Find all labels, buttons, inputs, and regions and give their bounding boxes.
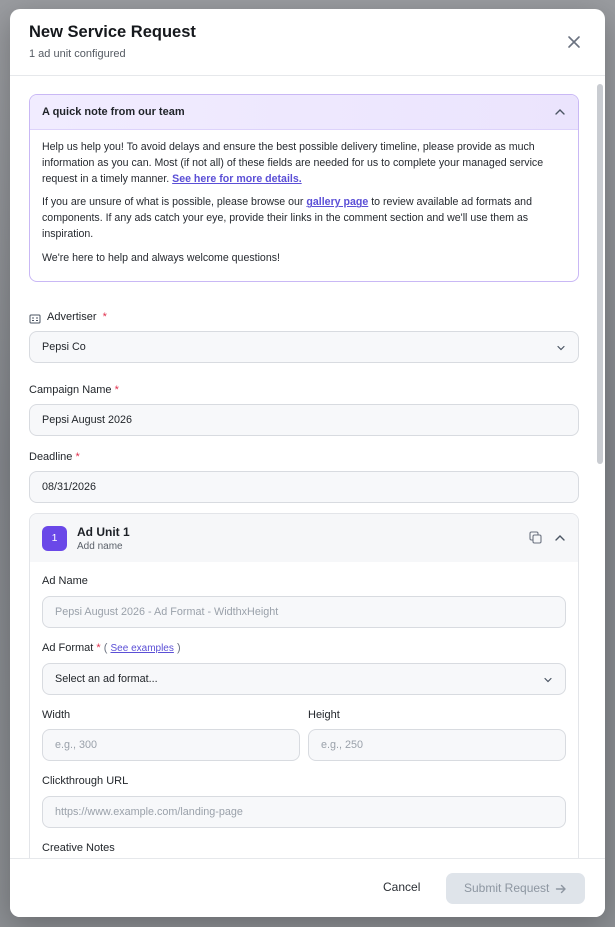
note-paragraph-3: We're here to help and always welcome qu… (42, 251, 280, 264)
ad-format-label: Ad Format * ( See examples ) (42, 642, 181, 654)
chevron-down-icon (557, 345, 565, 351)
required-mark: * (102, 311, 107, 323)
required-mark: * (114, 384, 119, 396)
deadline-input[interactable]: 08/31/2026 (29, 471, 579, 503)
more-details-link[interactable]: See here for more details. (172, 173, 302, 185)
modal-body[interactable]: A quick note from our team Help us help … (10, 76, 605, 858)
modal-subtitle: 1 ad unit configured (29, 48, 126, 60)
chevron-down-icon (544, 677, 552, 683)
advertiser-select[interactable]: Pepsi Co (29, 331, 579, 363)
height-label: Height (308, 709, 340, 721)
close-button[interactable] (565, 33, 583, 51)
team-note-title: A quick note from our team (42, 106, 185, 118)
creative-notes-label: Creative Notes (42, 842, 115, 854)
duplicate-icon[interactable] (529, 531, 542, 544)
gallery-page-link[interactable]: gallery page (306, 196, 368, 208)
deadline-value: 08/31/2026 (42, 481, 97, 493)
service-request-modal: New Service Request 1 ad unit configured… (10, 9, 605, 917)
required-mark: * (96, 642, 101, 654)
team-note-header[interactable]: A quick note from our team (30, 95, 578, 130)
ad-name-label: Ad Name (42, 575, 88, 587)
note-text-2a: If you are unsure of what is possible, p… (42, 196, 304, 209)
deadline-label-text: Deadline (29, 451, 73, 463)
advertiser-label: Advertiser * (47, 311, 107, 323)
advertiser-value: Pepsi Co (42, 341, 86, 353)
submit-request-button[interactable]: Submit Request (446, 873, 585, 904)
ad-unit-card: 1 Ad Unit 1 Add name Ad Name Pepsi Augus… (29, 513, 579, 858)
required-mark: * (75, 451, 80, 463)
chevron-up-icon[interactable] (554, 106, 566, 118)
collapse-chevron-icon[interactable] (554, 532, 566, 544)
deadline-label: Deadline * (29, 451, 80, 463)
note-paragraph-1: Help us help you! To avoid delays and en… (42, 140, 566, 187)
campaign-name-value: Pepsi August 2026 (42, 414, 133, 426)
building-icon (29, 314, 41, 324)
modal-header: New Service Request 1 ad unit configured (10, 9, 605, 76)
campaign-label-text: Campaign Name (29, 384, 112, 396)
see-examples-link[interactable]: See examples (111, 643, 174, 654)
arrow-right-icon (555, 884, 566, 894)
ad-unit-header[interactable]: 1 Ad Unit 1 Add name (30, 514, 578, 562)
modal-title: New Service Request (29, 23, 196, 41)
team-note-panel: A quick note from our team Help us help … (29, 94, 579, 282)
campaign-name-label: Campaign Name * (29, 384, 119, 396)
advertiser-label-text: Advertiser (47, 311, 97, 323)
clickthrough-url-placeholder: https://www.example.com/landing-page (55, 806, 243, 818)
width-placeholder: e.g., 300 (55, 739, 98, 751)
modal-footer: Cancel Submit Request (10, 858, 605, 917)
scrollbar[interactable] (597, 84, 603, 464)
ad-format-label-text: Ad Format (42, 642, 94, 654)
campaign-name-input[interactable]: Pepsi August 2026 (29, 404, 579, 436)
ad-name-placeholder: Pepsi August 2026 - Ad Format - WidthxHe… (55, 606, 279, 618)
paren-close: ) (176, 642, 181, 654)
team-note-body: Help us help you! To avoid delays and en… (30, 130, 578, 281)
cancel-button[interactable]: Cancel (383, 880, 420, 894)
clickthrough-url-label: Clickthrough URL (42, 775, 129, 787)
submit-request-label: Submit Request (464, 881, 550, 895)
ad-unit-title: Ad Unit 1 (77, 525, 130, 539)
note-paragraph-2: If you are unsure of what is possible, p… (42, 195, 566, 242)
ad-format-select[interactable]: Select an ad format... (42, 663, 566, 695)
width-label: Width (42, 709, 71, 721)
height-input[interactable]: e.g., 250 (308, 729, 566, 761)
paren-open: ( (103, 642, 108, 654)
height-placeholder: e.g., 250 (321, 739, 364, 751)
ad-name-input[interactable]: Pepsi August 2026 - Ad Format - WidthxHe… (42, 596, 566, 628)
width-input[interactable]: e.g., 300 (42, 729, 300, 761)
ad-format-value: Select an ad format... (55, 673, 158, 685)
ad-unit-subtitle[interactable]: Add name (77, 541, 123, 552)
clickthrough-url-input[interactable]: https://www.example.com/landing-page (42, 796, 566, 828)
close-icon (568, 36, 580, 48)
ad-unit-number-badge: 1 (42, 526, 67, 551)
